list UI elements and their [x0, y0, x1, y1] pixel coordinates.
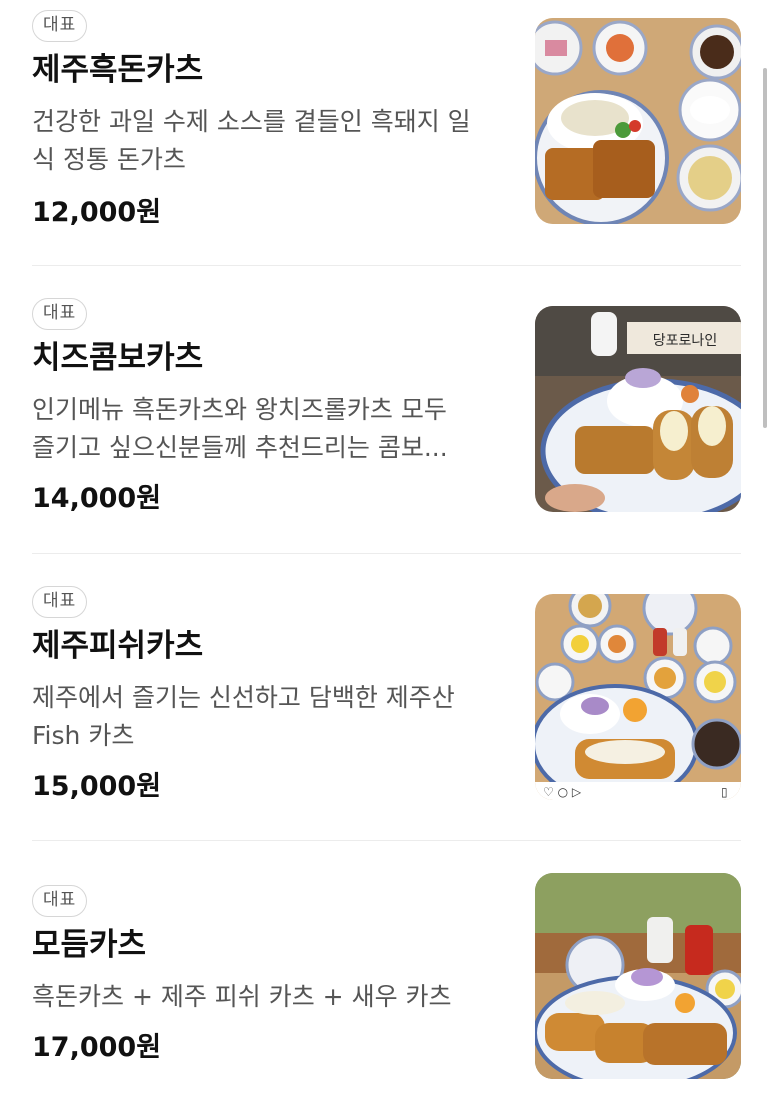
photo-icon-row: ♡ ○ ▷ — [543, 785, 582, 799]
menu-item-photo[interactable] — [535, 18, 741, 224]
description-line: 흑돈카츠 + 제주 피쉬 카츠 + 새우 카츠 — [32, 982, 452, 1011]
menu-item-price: 12,000원 — [32, 197, 162, 228]
cheese-combo-katsu-photo: 당포로나인 — [535, 306, 741, 512]
scrollbar[interactable] — [763, 68, 767, 428]
fish-katsu-photo: ♡ ○ ▷ ▯ — [535, 594, 741, 800]
description-line: Fish 카츠 — [32, 721, 135, 750]
description-line: 인기메뉴 흑돈카츠와 왕치즈롤카츠 모두 — [32, 395, 447, 424]
menu-item-photo[interactable]: 당포로나인 — [535, 306, 741, 512]
menu-item-photo[interactable]: ♡ ○ ▷ ▯ — [535, 594, 741, 800]
menu-item-assorted-katsu[interactable]: 대표 모듬카츠 흑돈카츠 + 제주 피쉬 카츠 + 새우 카츠 17,000원 — [0, 873, 773, 1099]
store-sign-text: 당포로나인 — [653, 333, 717, 349]
description-line: 식 정통 돈가츠 — [32, 145, 186, 174]
description-line: 제주에서 즐기는 신선하고 담백한 제주산 — [32, 683, 455, 712]
signature-badge: 대표 — [32, 586, 88, 618]
menu-item-description: 흑돈카츠 + 제주 피쉬 카츠 + 새우 카츠 — [32, 978, 512, 1016]
signature-badge: 대표 — [32, 10, 88, 42]
menu-item-name: 제주흑돈카츠 — [32, 52, 204, 88]
menu-item-description: 제주에서 즐기는 신선하고 담백한 제주산 Fish 카츠 — [32, 679, 512, 755]
menu-item-name: 치즈콤보카츠 — [32, 340, 204, 376]
black-pork-katsu-set-photo — [535, 18, 741, 224]
signature-badge: 대표 — [32, 885, 88, 917]
menu-item-black-pork-katsu[interactable]: 대표 제주흑돈카츠 건강한 과일 수제 소스를 곁들인 흑돼지 일 식 정통 돈… — [0, 10, 773, 260]
menu-item-price: 14,000원 — [32, 483, 162, 514]
menu-item-description: 건강한 과일 수제 소스를 곁들인 흑돼지 일 식 정통 돈가츠 — [32, 103, 512, 179]
assorted-katsu-photo — [535, 873, 741, 1079]
description-line: 즐기고 싶으신분들께 추천드리는 콤보... — [32, 433, 448, 462]
description-line: 건강한 과일 수제 소스를 곁들인 흑돼지 일 — [32, 107, 471, 136]
divider — [32, 265, 741, 266]
divider — [32, 840, 741, 841]
photo-bookmark-icon: ▯ — [721, 785, 728, 799]
signature-badge: 대표 — [32, 298, 88, 330]
menu-item-name: 모듬카츠 — [32, 927, 147, 963]
divider — [32, 553, 741, 554]
menu-item-name: 제주피쉬카츠 — [32, 628, 204, 664]
menu-item-cheese-combo-katsu[interactable]: 대표 치즈콤보카츠 인기메뉴 흑돈카츠와 왕치즈롤카츠 모두 즐기고 싶으신분들… — [0, 298, 773, 548]
menu-item-description: 인기메뉴 흑돈카츠와 왕치즈롤카츠 모두 즐기고 싶으신분들께 추천드리는 콤보… — [32, 391, 512, 467]
menu-item-photo[interactable] — [535, 873, 741, 1079]
menu-item-price: 17,000원 — [32, 1032, 162, 1063]
menu-list: 대표 제주흑돈카츠 건강한 과일 수제 소스를 곁들인 흑돼지 일 식 정통 돈… — [0, 0, 773, 1099]
menu-item-fish-katsu[interactable]: 대표 제주피쉬카츠 제주에서 즐기는 신선하고 담백한 제주산 Fish 카츠 … — [0, 586, 773, 836]
menu-item-price: 15,000원 — [32, 771, 162, 802]
